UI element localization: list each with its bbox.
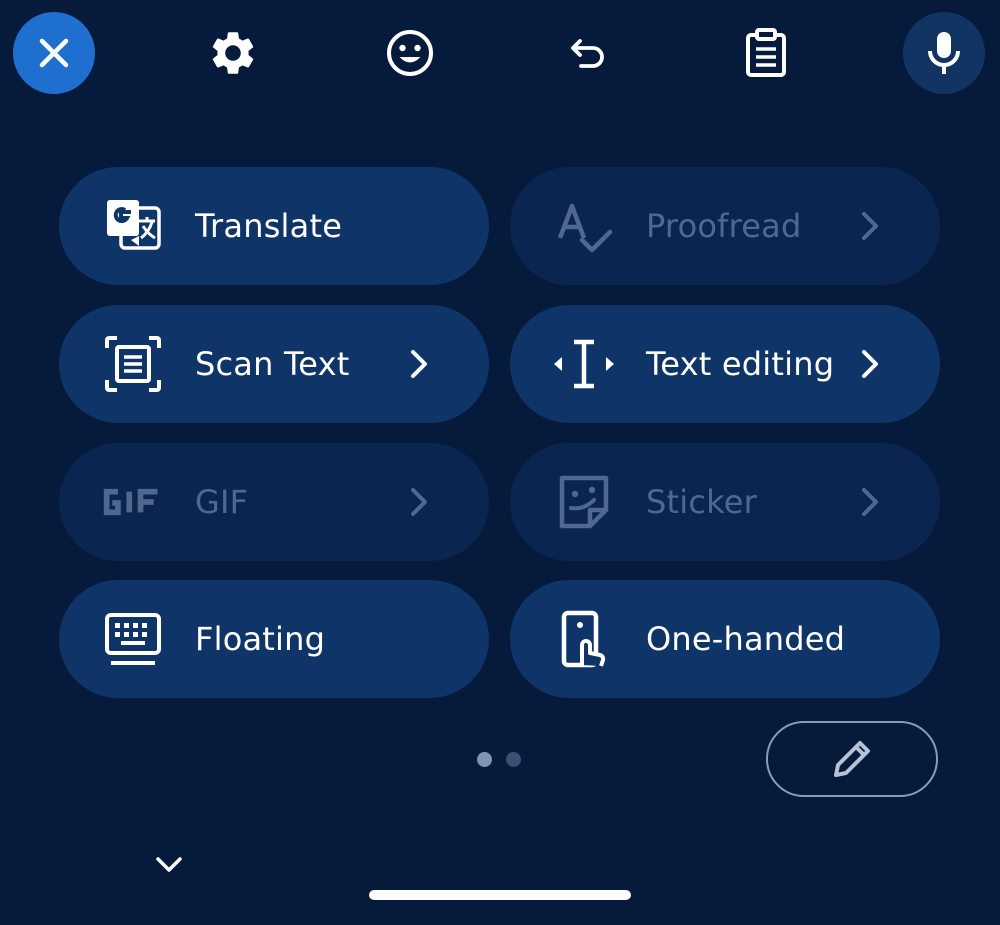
mic-icon [928, 32, 960, 74]
proofread-tile[interactable]: Proofread [510, 167, 940, 285]
pencil-icon [834, 741, 870, 777]
sticker-label: Sticker [646, 483, 757, 521]
chevron-right-icon [862, 212, 878, 240]
floating-tile[interactable]: Floating [59, 580, 489, 698]
scan-text-tile[interactable]: Scan Text [59, 305, 489, 423]
emoji-button[interactable] [369, 12, 451, 94]
gif-icon [101, 470, 165, 534]
floating-label: Floating [195, 620, 326, 658]
home-indicator[interactable] [369, 890, 631, 900]
text-cursor-icon [552, 332, 616, 396]
voice-input-button[interactable] [903, 12, 985, 94]
chevron-right-icon [862, 488, 878, 516]
chevron-right-icon [862, 350, 878, 378]
page-dot-1[interactable] [477, 752, 492, 767]
gif-label: GIF [195, 483, 249, 521]
one-handed-label: One-handed [646, 620, 846, 658]
gear-icon [212, 32, 254, 74]
translate-icon [101, 194, 165, 258]
translate-label: Translate [195, 207, 343, 245]
sticker-icon [552, 470, 616, 534]
scan-text-label: Scan Text [195, 345, 350, 383]
one-handed-icon [552, 607, 616, 671]
chevron-right-icon [411, 350, 427, 378]
chevron-down-icon[interactable] [150, 846, 188, 884]
undo-icon [571, 39, 604, 68]
close-button[interactable] [13, 12, 95, 94]
chevron-right-icon [411, 488, 427, 516]
clipboard-icon [746, 28, 786, 77]
keyboard-tools-panel: Translate Proofread Scan Text Text editi… [0, 0, 1000, 925]
scan-text-icon [101, 332, 165, 396]
keyboard-icon [101, 607, 165, 671]
page-indicator [477, 752, 521, 767]
page-dot-2[interactable] [506, 752, 521, 767]
edit-button[interactable] [766, 721, 938, 797]
text-editing-label: Text editing [646, 345, 835, 383]
one-handed-tile[interactable]: One-handed [510, 580, 940, 698]
top-toolbar [0, 0, 1000, 110]
text-editing-tile[interactable]: Text editing [510, 305, 940, 423]
sticker-tile[interactable]: Sticker [510, 443, 940, 561]
proofread-label: Proofread [646, 207, 802, 245]
emoji-icon [387, 30, 433, 76]
undo-button[interactable] [547, 12, 629, 94]
clipboard-button[interactable] [725, 12, 807, 94]
translate-tile[interactable]: Translate [59, 167, 489, 285]
proofread-icon [552, 194, 616, 258]
settings-button[interactable] [192, 12, 274, 94]
gif-tile[interactable]: GIF [59, 443, 489, 561]
close-icon [39, 38, 69, 68]
